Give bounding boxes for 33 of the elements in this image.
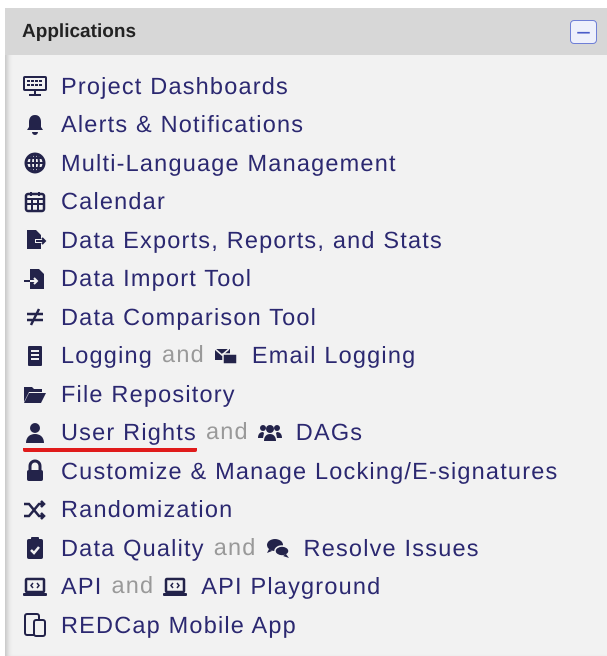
and-text: and <box>214 534 257 561</box>
and-text: and <box>111 572 154 600</box>
menu-link[interactable]: Logging <box>23 334 154 376</box>
menu-link[interactable]: Data Quality <box>23 526 205 568</box>
and-text: and <box>162 341 205 368</box>
collapse-button[interactable]: − <box>570 20 597 44</box>
menu-link[interactable]: User Rights <box>23 411 197 452</box>
menu-link[interactable]: Data Import Tool <box>23 257 252 298</box>
calendar-icon <box>23 190 47 214</box>
chat-bubbles-icon <box>266 536 290 560</box>
menu-link[interactable]: API Playground <box>163 565 382 606</box>
monitor-icon <box>23 74 47 98</box>
menu-link[interactable]: Email Logging <box>214 334 416 376</box>
user-icon <box>23 420 47 445</box>
devices-icon <box>23 613 47 638</box>
shuffle-icon <box>23 498 47 522</box>
panel-title: Applications <box>22 20 136 42</box>
menu-link[interactable]: Multi-Language Management <box>23 142 397 183</box>
menu-link[interactable]: File Repository <box>23 372 236 414</box>
menu-link[interactable]: Calendar <box>23 180 166 222</box>
menu-link[interactable]: DAGs <box>258 411 364 452</box>
menu-link[interactable]: Alerts & Notifications <box>23 103 304 144</box>
menu-link[interactable]: API <box>23 565 102 606</box>
and-text: and <box>206 418 249 446</box>
menu-link[interactable]: Project Dashboards <box>23 64 289 106</box>
menu-link[interactable]: Data Exports, Reports, and Stats <box>23 218 443 260</box>
menu-link[interactable]: REDCap Mobile App <box>23 604 297 645</box>
globe-icon <box>23 151 47 176</box>
menu-link[interactable]: Resolve Issues <box>266 526 480 568</box>
menu-link[interactable]: Randomization <box>23 488 234 530</box>
file-arrow-icon <box>23 266 47 291</box>
menu-link[interactable]: Data Comparison Tool <box>23 296 318 337</box>
menu-link[interactable]: Customize & Manage Locking/E-signatures <box>23 450 558 491</box>
